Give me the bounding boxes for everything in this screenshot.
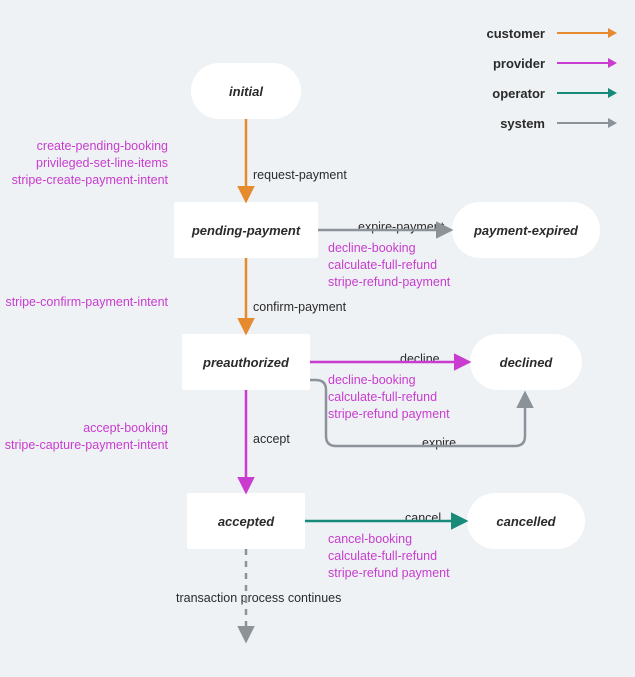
transition-decline: decline [400, 352, 440, 366]
actions-cancel: cancel-booking calculate-full-refund str… [328, 531, 450, 582]
state-declined: declined [470, 334, 582, 390]
arrow-icon [557, 26, 617, 40]
legend-row-operator: operator [486, 78, 617, 108]
state-accepted: accepted [187, 493, 305, 549]
legend-label-provider: provider [493, 56, 545, 71]
arrow-icon [557, 56, 617, 70]
state-initial: initial [191, 63, 301, 119]
legend-row-system: system [486, 108, 617, 138]
state-payment-expired: payment-expired [452, 202, 600, 258]
actions-expire-payment: decline-booking calculate-full-refund st… [328, 240, 450, 291]
transition-expire: expire [422, 436, 456, 450]
actions-request-payment: create-pending-booking privileged-set-li… [0, 138, 168, 189]
state-pending-payment: pending-payment [174, 202, 318, 258]
legend-label-operator: operator [492, 86, 545, 101]
actions-confirm-payment: stripe-confirm-payment-intent [0, 294, 168, 311]
transition-accept: accept [253, 432, 290, 446]
transition-continues: transaction process continues [176, 591, 341, 605]
transition-confirm-payment: confirm-payment [253, 300, 346, 314]
state-preauthorized: preauthorized [182, 334, 310, 390]
actions-decline: decline-booking calculate-full-refund st… [328, 372, 450, 423]
transition-expire-payment: expire-payment [358, 220, 444, 234]
legend-row-provider: provider [486, 48, 617, 78]
legend: customer provider operator system [486, 18, 617, 138]
legend-label-customer: customer [486, 26, 545, 41]
transition-request-payment: request-payment [253, 168, 347, 182]
state-cancelled: cancelled [467, 493, 585, 549]
transition-cancel: cancel [405, 511, 441, 525]
legend-row-customer: customer [486, 18, 617, 48]
arrow-icon [557, 86, 617, 100]
actions-accept: accept-booking stripe-capture-payment-in… [0, 420, 168, 454]
arrow-icon [557, 116, 617, 130]
legend-label-system: system [500, 116, 545, 131]
